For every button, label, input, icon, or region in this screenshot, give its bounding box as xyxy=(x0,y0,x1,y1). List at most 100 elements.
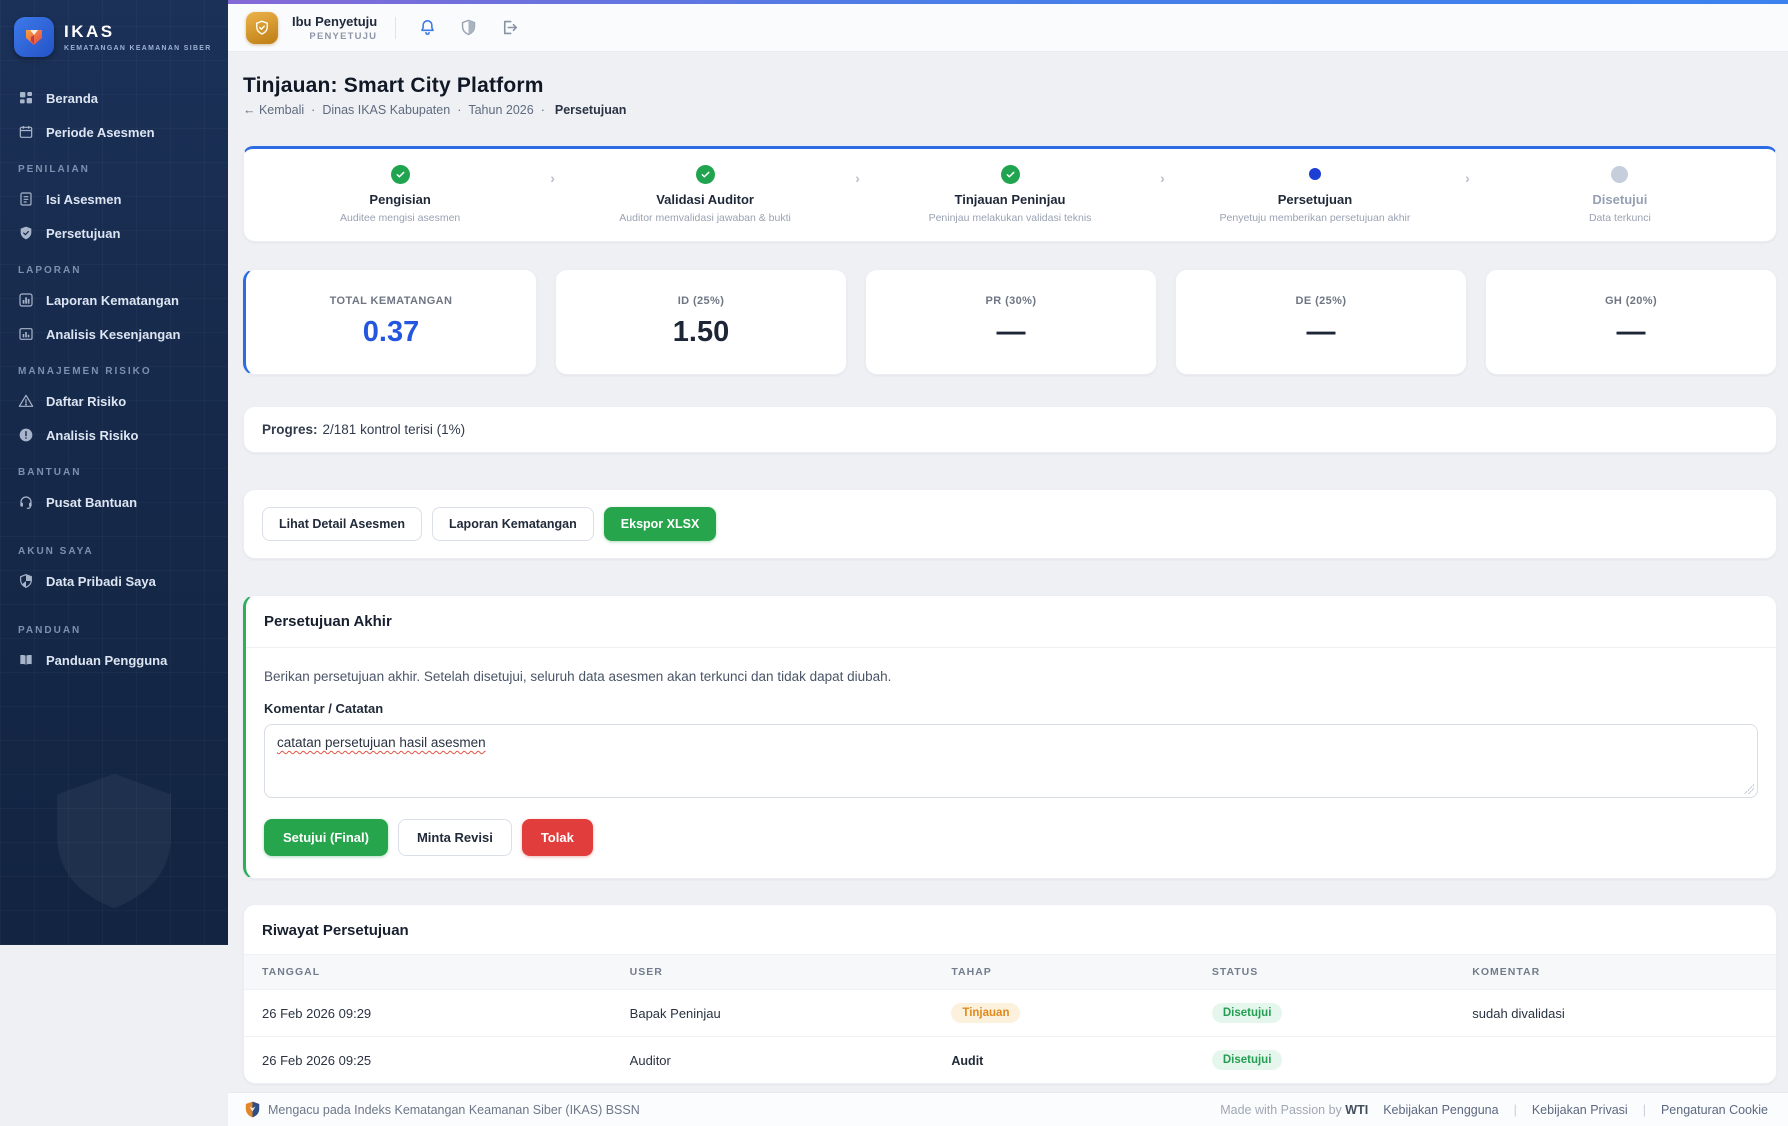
footer-link-kebijakan-pengguna[interactable]: Kebijakan Pengguna xyxy=(1383,1103,1498,1117)
sidebar-item-laporan-kematangan[interactable]: Laporan Kematangan xyxy=(0,283,228,317)
sidebar-item-label: Periode Asesmen xyxy=(46,124,155,140)
brand-logo-block[interactable]: IKAS KEMATANGAN KEAMANAN SIBER xyxy=(0,0,228,77)
sidebar-item-label: Beranda xyxy=(46,90,99,106)
sidebar-item-label: Analisis Risiko xyxy=(46,427,139,443)
sidebar-item-periode-asesmen[interactable]: Periode Asesmen xyxy=(0,115,228,149)
textarea-resize-handle[interactable] xyxy=(1744,784,1754,794)
footer-left: Mengacu pada Indeks Kematangan Keamanan … xyxy=(245,1101,640,1118)
minta-revisi-button[interactable]: Minta Revisi xyxy=(397,819,512,856)
main-area: Ibu Penyetuju PENYETUJU Tinjauan: Smart … xyxy=(228,0,1788,1126)
stage-text: Audit xyxy=(951,1053,984,1068)
stage-badge: Tinjauan xyxy=(951,1003,1021,1023)
cell-user: Auditor xyxy=(611,1036,934,1083)
laporan-kematangan-button[interactable]: Laporan Kematangan xyxy=(431,507,594,541)
bar-chart-icon xyxy=(19,293,33,307)
top-bar: Ibu Penyetuju PENYETUJU xyxy=(228,4,1788,52)
sidebar-item-label: Data Pribadi Saya xyxy=(46,573,156,589)
sidebar-section-manajemen-risiko: MANAJEMEN RISIKO xyxy=(18,366,152,377)
security-button[interactable] xyxy=(455,14,482,41)
cell-tanggal: 26 Feb 2026 09:29 xyxy=(244,989,612,1037)
warning-triangle-icon xyxy=(18,394,34,407)
step-title: Pengisian xyxy=(369,192,431,207)
sidebar-item-beranda[interactable]: Beranda xyxy=(0,81,228,115)
approval-description: Berikan persetujuan akhir. Setelah diset… xyxy=(264,669,892,684)
footer-link-pengaturan-cookie[interactable]: Pengaturan Cookie xyxy=(1661,1103,1768,1117)
ekspor-xlsx-button[interactable]: Ekspor XLSX xyxy=(603,507,717,541)
breadcrumb-current: Persetujuan xyxy=(554,103,627,117)
breadcrumb-period: Tahun 2026 xyxy=(468,103,534,117)
shield-icon xyxy=(20,574,32,588)
document-icon xyxy=(20,192,32,206)
topbar-divider xyxy=(395,16,397,39)
table-row: 26 Feb 2026 09:29 Bapak Peninjau Tinjaua… xyxy=(244,989,1776,1037)
approval-card: Persetujuan Akhir Berikan persetujuan ak… xyxy=(243,595,1777,879)
sidebar-item-label: Laporan Kematangan xyxy=(46,292,179,308)
sidebar-item-analisis-kesenjangan[interactable]: Analisis Kesenjangan xyxy=(0,317,228,351)
step-title: Validasi Auditor xyxy=(656,192,754,207)
footer-separator: | xyxy=(1642,1102,1646,1117)
avatar[interactable] xyxy=(246,11,278,44)
step-validasi-auditor: Validasi Auditor Auditor memvalidasi jaw… xyxy=(555,164,855,224)
footer-separator: | xyxy=(1513,1102,1517,1117)
page-content: Tinjauan: Smart City Platform ← Kembali … xyxy=(228,74,1788,1084)
notifications-button[interactable] xyxy=(414,14,441,41)
brand-subtitle: KEMATANGAN KEAMANAN SIBER xyxy=(64,45,212,52)
step-subtitle: Auditee mengisi asesmen xyxy=(340,212,461,224)
sidebar-item-label: Isi Asesmen xyxy=(46,191,122,207)
sidebar-item-pusat-bantuan[interactable]: Pusat Bantuan xyxy=(0,485,228,519)
breadcrumb-back-link[interactable]: ← Kembali xyxy=(243,103,304,117)
score-label: DE (25%) xyxy=(1295,295,1347,307)
sidebar-item-panduan-pengguna[interactable]: Panduan Pengguna xyxy=(0,643,228,677)
sidebar-item-persetujuan[interactable]: Persetujuan xyxy=(0,216,228,250)
comment-textarea[interactable]: catatan persetujuan hasil asesmen xyxy=(264,724,1758,798)
history-card: Riwayat Persetujuan TANGGAL USER TAHAP S… xyxy=(243,904,1777,1084)
col-komentar: KOMENTAR xyxy=(1454,954,1776,990)
sidebar-item-analisis-risiko[interactable]: Analisis Risiko xyxy=(0,418,228,452)
breadcrumb-org: Dinas IKAS Kabupaten xyxy=(322,103,451,117)
step-title: Tinjauan Peninjau xyxy=(954,192,1066,207)
exclamation-circle-icon xyxy=(19,428,33,442)
breadcrumb-separator: · xyxy=(457,103,462,117)
progress-text: 2/181 kontrol terisi (1%) xyxy=(322,422,466,437)
shield-half-icon xyxy=(462,19,476,36)
cell-komentar: sudah divalidasi xyxy=(1454,989,1776,1037)
step-disetujui: Disetujui Data terkunci xyxy=(1470,164,1770,224)
user-meta: Ibu Penyetuju PENYETUJU xyxy=(292,14,377,42)
status-badge: Disetujui xyxy=(1211,1003,1283,1023)
sidebar-item-isi-asesmen[interactable]: Isi Asesmen xyxy=(0,182,228,216)
step-title: Disetujui xyxy=(1592,192,1648,207)
step-pengisian: Pengisian Auditee mengisi asesmen xyxy=(250,164,550,224)
workflow-stepper: Pengisian Auditee mengisi asesmen › Vali… xyxy=(243,146,1777,242)
breadcrumb-separator: · xyxy=(540,103,545,117)
tolak-button[interactable]: Tolak xyxy=(521,819,593,856)
sidebar-nav: Beranda Periode Asesmen PENILAIAN Isi As… xyxy=(0,77,228,677)
score-value: — xyxy=(1306,316,1336,348)
logout-button[interactable] xyxy=(496,14,523,41)
avatar-shield-icon xyxy=(256,20,268,35)
history-card-title: Riwayat Persetujuan xyxy=(262,922,409,939)
detail-asesmen-button[interactable]: Lihat Detail Asesmen xyxy=(262,507,422,541)
setujui-final-button[interactable]: Setujui (Final) xyxy=(264,819,388,856)
history-table: TANGGAL USER TAHAP STATUS KOMENTAR 26 Fe… xyxy=(244,954,1776,1083)
headset-icon xyxy=(20,496,32,509)
cell-user: Bapak Peninjau xyxy=(611,989,934,1037)
shield-check-icon xyxy=(20,226,32,240)
cell-tanggal: 26 Feb 2026 09:25 xyxy=(244,1036,612,1083)
sidebar-item-data-pribadi-saya[interactable]: Data Pribadi Saya xyxy=(0,564,228,598)
col-user: USER xyxy=(611,954,934,990)
footer-link-kebijakan-privasi[interactable]: Kebijakan Privasi xyxy=(1532,1103,1628,1117)
bell-icon xyxy=(421,19,435,35)
approval-card-title: Persetujuan Akhir xyxy=(246,596,1776,648)
sidebar-item-daftar-risiko[interactable]: Daftar Risiko xyxy=(0,384,228,418)
user-role: PENYETUJU xyxy=(309,30,378,42)
sidebar-item-label: Daftar Risiko xyxy=(46,393,127,409)
col-tahap: TAHAP xyxy=(933,954,1194,990)
cell-komentar xyxy=(1454,1036,1776,1083)
calendar-icon xyxy=(19,126,33,138)
sidebar-section-panduan: PANDUAN xyxy=(18,625,82,636)
sidebar-item-label: Persetujuan xyxy=(46,225,121,241)
made-with-text: Made with Passion by WTI xyxy=(1220,1102,1369,1117)
footer: Mengacu pada Indeks Kematangan Keamanan … xyxy=(228,1092,1788,1126)
step-subtitle: Peninjau melakukan validasi teknis xyxy=(928,212,1092,224)
score-card-total: TOTAL KEMATANGAN 0.37 xyxy=(243,269,537,375)
